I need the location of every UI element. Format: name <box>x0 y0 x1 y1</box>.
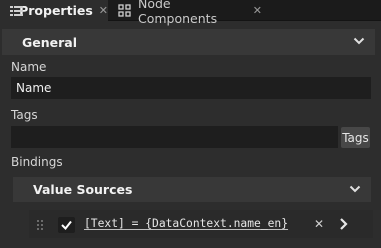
enabled-checkbox[interactable] <box>58 217 75 233</box>
general-section-header[interactable]: General <box>2 29 375 55</box>
tags-button[interactable]: Tags <box>341 127 370 148</box>
chevron-down-icon <box>349 185 361 193</box>
name-field[interactable]: Name <box>11 77 371 99</box>
remove-icon[interactable]: ✕ <box>312 217 326 231</box>
value-sources-header[interactable]: Value Sources <box>13 177 371 202</box>
close-icon[interactable]: ✕ <box>99 4 108 17</box>
value-source-item: [Text] = {DataContext.name_en} ✕ <box>29 210 373 238</box>
list-icon <box>10 4 23 17</box>
tab-node-components-label: Node Components <box>138 0 218 26</box>
chevron-down-icon <box>353 37 365 45</box>
value-sources-title: Value Sources <box>33 182 133 197</box>
tab-bar: Properties ✕ Node Components ✕ <box>0 0 381 26</box>
chevron-right-icon[interactable] <box>336 216 350 232</box>
general-section-title: General <box>22 34 77 50</box>
tab-properties[interactable]: Properties ✕ <box>0 0 108 21</box>
node-components-icon <box>118 4 131 17</box>
binding-expression[interactable]: [Text] = {DataContext.name_en} <box>84 217 288 230</box>
tags-label: Tags <box>11 108 38 122</box>
properties-panel: Properties ✕ Node Components ✕ General N… <box>0 0 381 248</box>
close-icon[interactable]: ✕ <box>253 4 262 17</box>
checkmark-icon <box>61 220 72 231</box>
bindings-label: Bindings <box>11 155 63 169</box>
tags-field[interactable] <box>11 126 338 148</box>
tab-properties-label: Properties <box>19 3 93 18</box>
tab-node-components[interactable]: Node Components ✕ <box>112 0 262 26</box>
drag-handle-icon[interactable] <box>37 220 43 230</box>
name-label: Name <box>11 60 47 74</box>
